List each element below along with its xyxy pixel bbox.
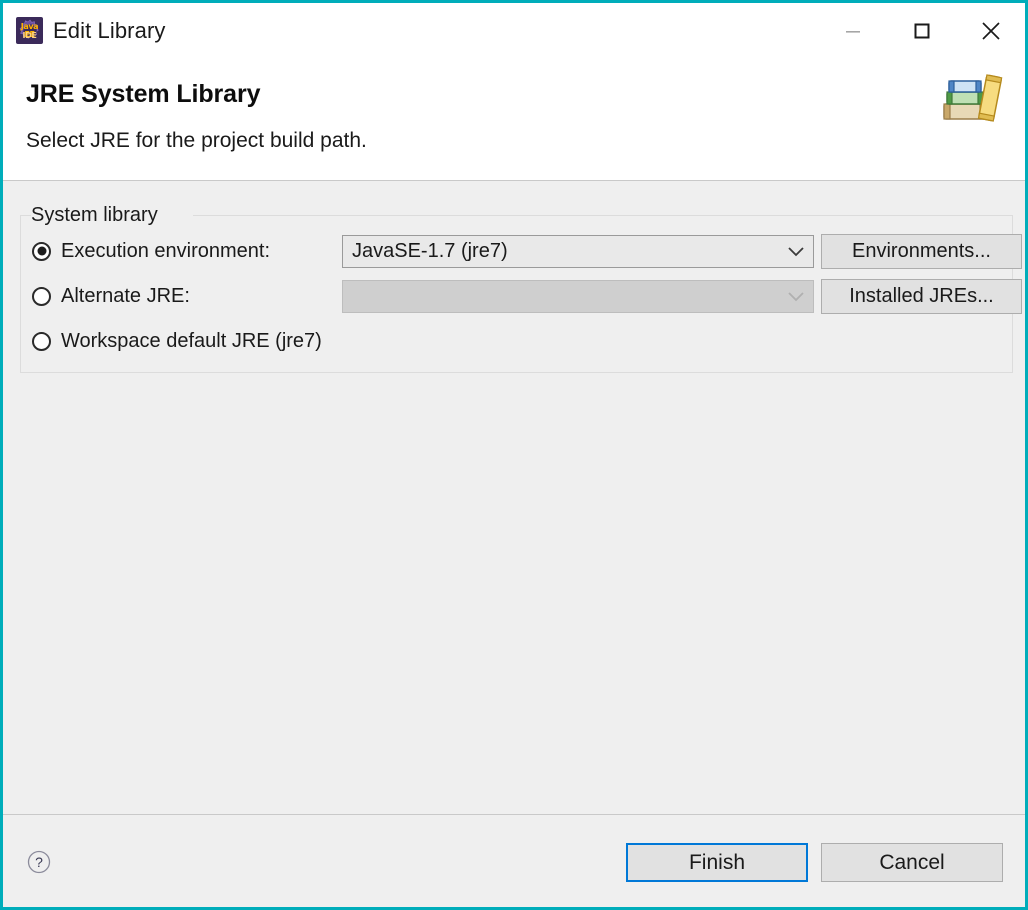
window-title: Edit Library bbox=[53, 17, 166, 43]
radio-workspace-default-jre[interactable]: Workspace default JRE (jre7) bbox=[20, 330, 322, 353]
radio-button-icon[interactable] bbox=[32, 286, 51, 306]
environments-button[interactable]: Environments... bbox=[821, 233, 1022, 269]
group-label: System library bbox=[31, 204, 158, 226]
title-bar: Java EE IDE Edit Library bbox=[3, 3, 1025, 58]
edit-library-dialog: Java EE IDE Edit Library JRE System Libr… bbox=[0, 0, 1028, 910]
footer-buttons: Finish Cancel bbox=[626, 843, 1003, 882]
svg-text:?: ? bbox=[35, 854, 43, 870]
radio-alternate-jre[interactable]: Alternate JRE: bbox=[20, 285, 190, 308]
installed-jres-button[interactable]: Installed JREs... bbox=[821, 278, 1022, 314]
maximize-icon bbox=[914, 23, 929, 38]
page-title: JRE System Library bbox=[26, 80, 261, 108]
group-rows: Execution environment: JavaSE-1.7 (jre7)… bbox=[20, 229, 1022, 373]
maximize-button[interactable] bbox=[887, 3, 956, 58]
radio-label-workspace-default-jre: Workspace default JRE (jre7) bbox=[61, 329, 322, 352]
eclipse-java-ee-ide-icon: Java EE IDE bbox=[16, 17, 43, 44]
system-library-group: System library Execution environment: Ja… bbox=[20, 202, 1022, 373]
app-icon-line-2: IDE bbox=[22, 31, 37, 40]
row-execution-environment: Execution environment: JavaSE-1.7 (jre7)… bbox=[20, 229, 1022, 273]
radio-label-execution-environment: Execution environment: bbox=[61, 239, 271, 262]
radio-execution-environment[interactable]: Execution environment: bbox=[20, 240, 270, 263]
row-alternate-jre: Alternate JRE: Installed JREs... bbox=[20, 274, 1022, 318]
help-question-icon[interactable]: ? bbox=[27, 850, 51, 874]
dialog-banner: JRE System Library Select JRE for the pr… bbox=[3, 58, 1025, 181]
finish-button[interactable]: Finish bbox=[626, 843, 808, 882]
chevron-down-icon[interactable] bbox=[779, 246, 813, 257]
radio-button-selected-icon[interactable] bbox=[32, 241, 51, 261]
chevron-down-icon bbox=[779, 291, 813, 302]
dialog-footer: ? Finish Cancel bbox=[3, 814, 1025, 907]
window-controls bbox=[818, 3, 1025, 58]
cancel-button[interactable]: Cancel bbox=[821, 843, 1003, 882]
execution-environment-combo[interactable]: JavaSE-1.7 (jre7) bbox=[342, 234, 814, 268]
alternate-jre-combo bbox=[342, 279, 814, 313]
close-button[interactable] bbox=[956, 3, 1025, 58]
page-description: Select JRE for the project build path. bbox=[26, 129, 367, 152]
dialog-body: System library Execution environment: Ja… bbox=[3, 181, 1025, 814]
minimize-button[interactable] bbox=[818, 3, 887, 58]
close-icon bbox=[981, 21, 1000, 40]
radio-button-icon[interactable] bbox=[32, 331, 51, 351]
minimize-icon bbox=[845, 30, 860, 33]
execution-environment-combo-value: JavaSE-1.7 (jre7) bbox=[352, 239, 508, 262]
row-workspace-default-jre: Workspace default JRE (jre7) bbox=[20, 319, 1013, 363]
books-stack-icon bbox=[938, 63, 1004, 129]
radio-label-alternate-jre: Alternate JRE: bbox=[61, 284, 190, 307]
